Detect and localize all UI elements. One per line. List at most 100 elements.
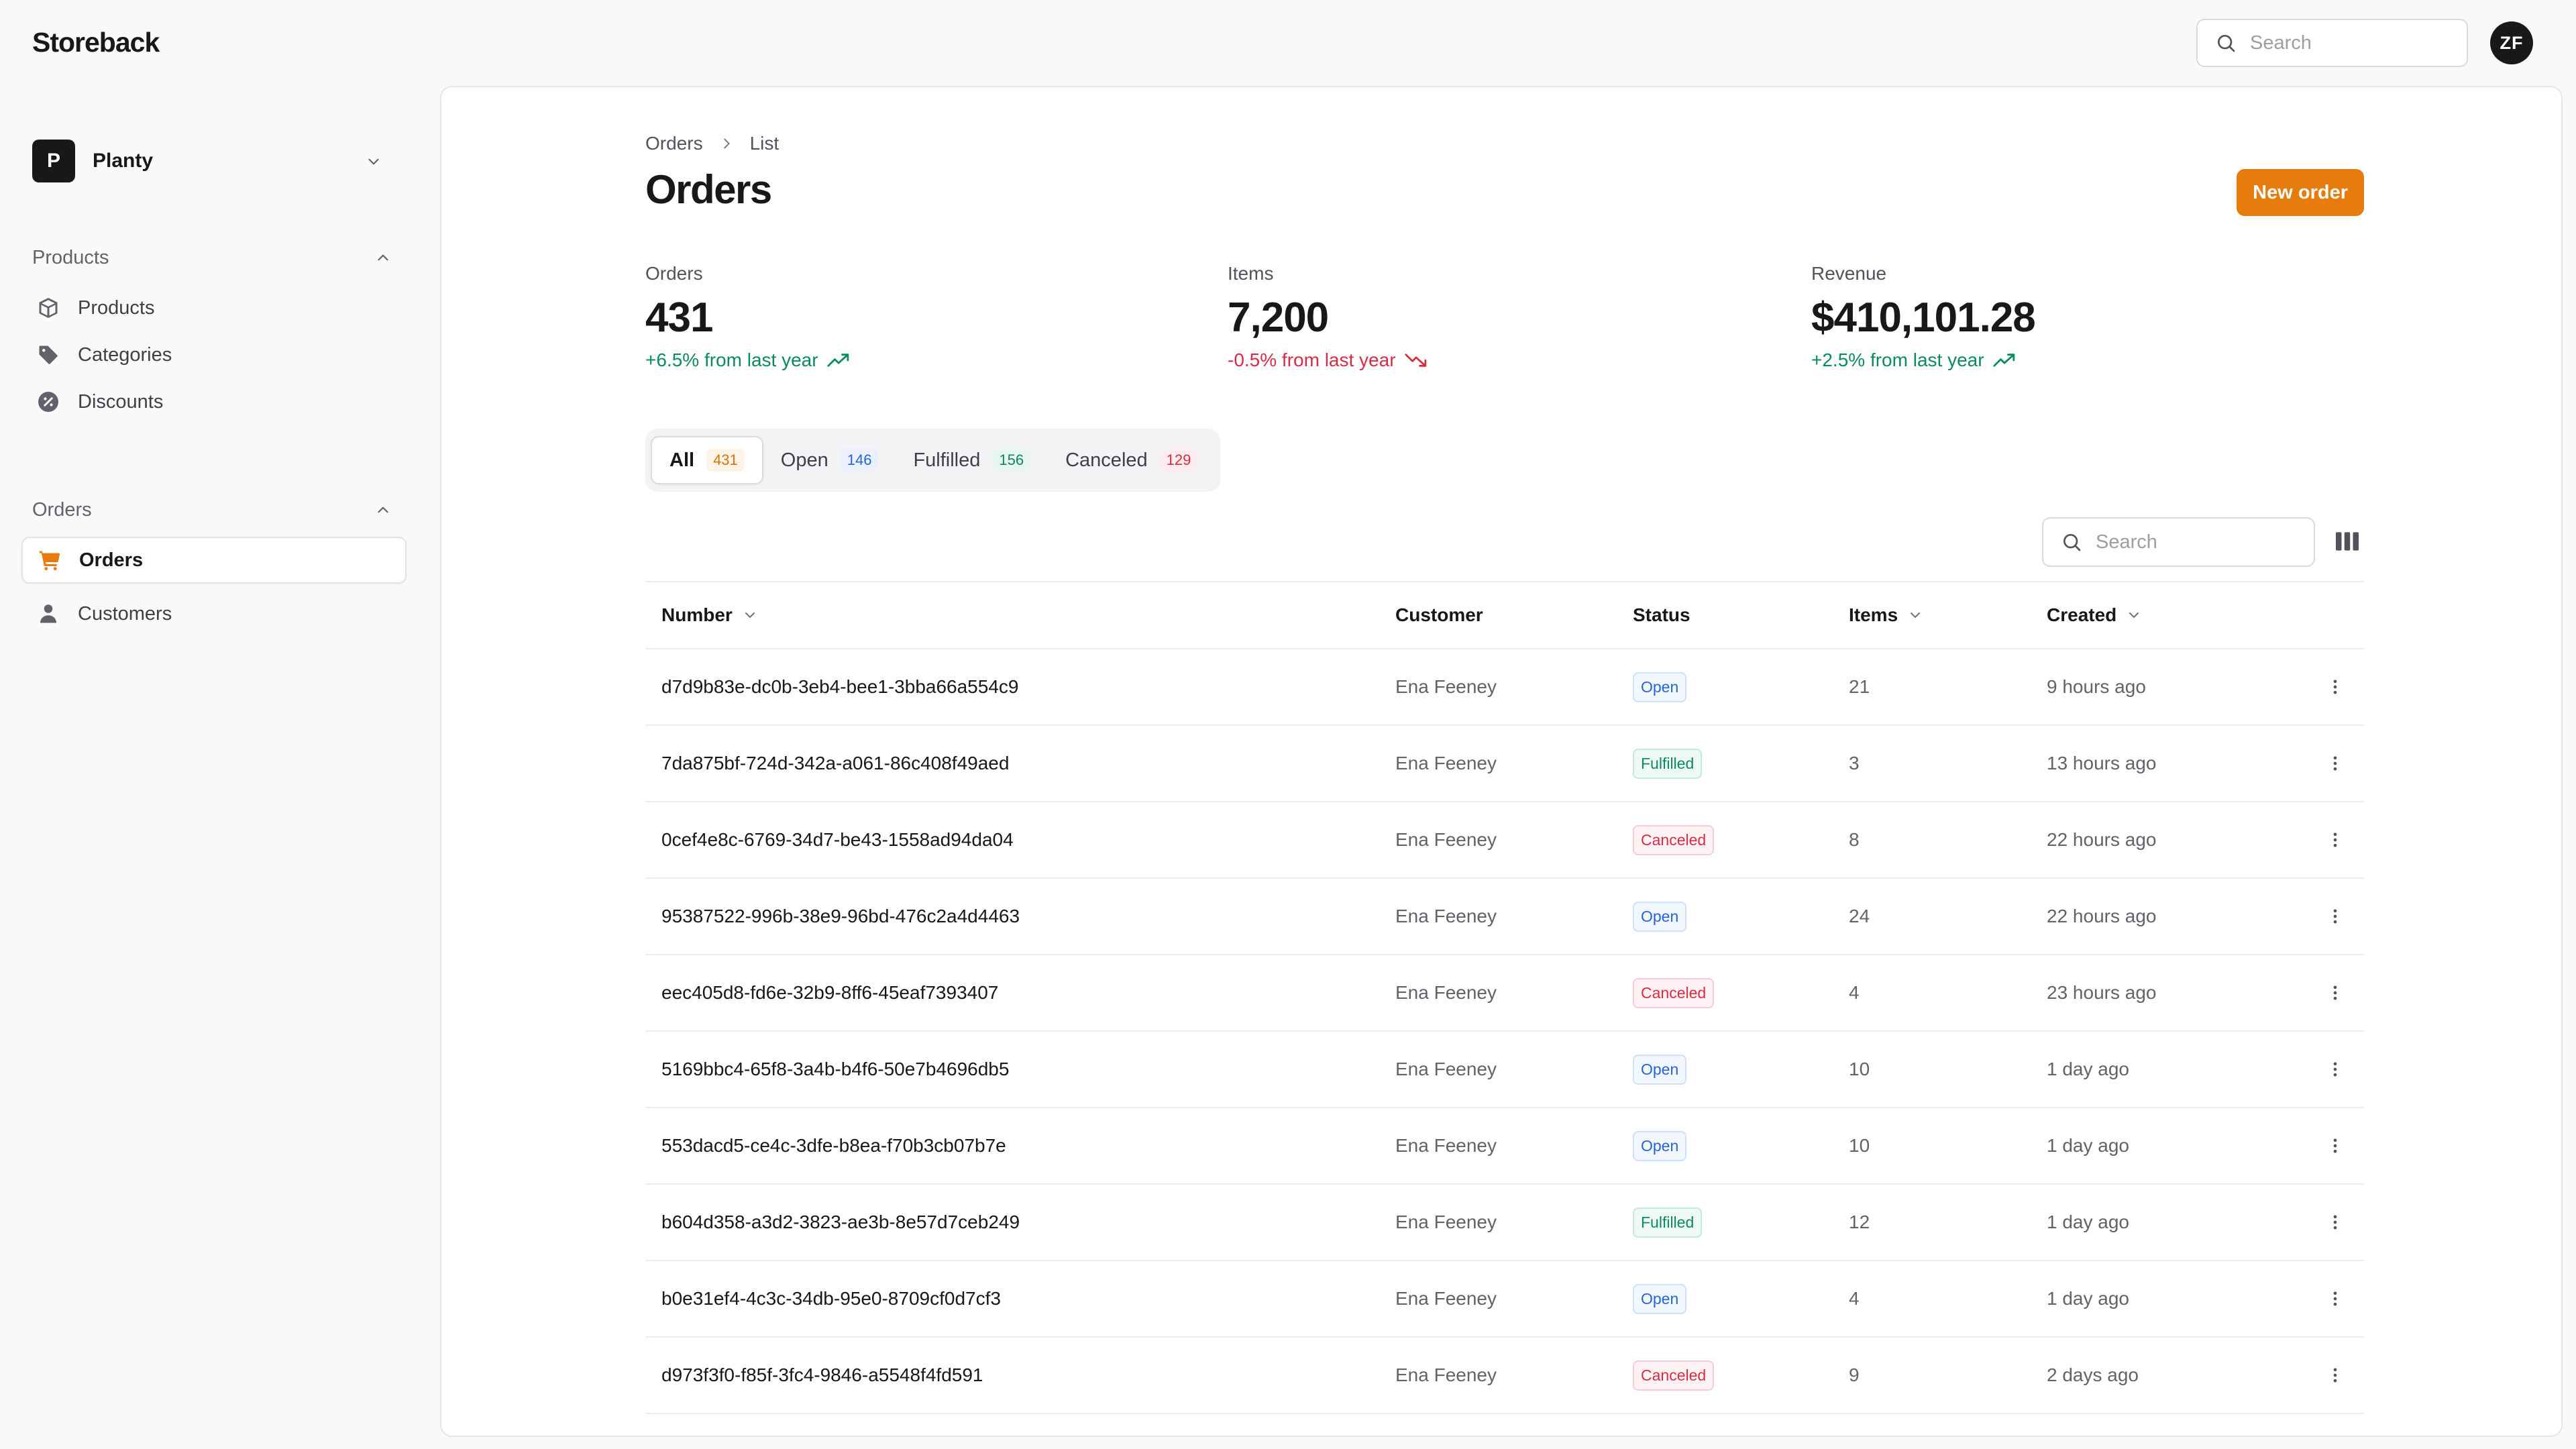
main-panel: Orders List Orders New order Orders 431 …	[440, 86, 2563, 1437]
app-brand[interactable]: Storeback	[32, 27, 160, 58]
order-created: 23 hours ago	[2047, 955, 2306, 1032]
sidebar-heading-products[interactable]: Products	[32, 244, 400, 271]
table-row[interactable]: d973f3f0-f85f-3fc4-9846-a5548f4fd591 Ena …	[645, 1337, 2364, 1414]
order-items: 21	[1849, 649, 2047, 726]
chevron-down-icon	[365, 153, 382, 170]
orders-table: Number Customer Status Items Created d7d…	[645, 581, 2364, 1414]
more-vertical-icon[interactable]	[2306, 1366, 2364, 1385]
more-vertical-icon[interactable]	[2306, 678, 2364, 696]
status-badge: Open	[1633, 1283, 1687, 1314]
order-items: 12	[1849, 1184, 2047, 1261]
table-row[interactable]: 7da875bf-724d-342a-a061-86c408f49aed Ena …	[645, 725, 2364, 802]
more-vertical-icon[interactable]	[2306, 754, 2364, 773]
column-items[interactable]: Items	[1849, 581, 2047, 649]
more-vertical-icon[interactable]	[2306, 983, 2364, 1002]
order-number[interactable]: 7da875bf-724d-342a-a061-86c408f49aed	[645, 725, 1395, 802]
stat-trend-text: -0.5% from last year	[1228, 350, 1396, 370]
order-created: 1 day ago	[2047, 1031, 2306, 1108]
sidebar-item-categories[interactable]: Categories	[21, 331, 407, 378]
cart-icon	[38, 548, 62, 572]
table-row[interactable]: d7d9b83e-dc0b-3eb4-bee1-3bba66a554c9 Ena …	[645, 649, 2364, 726]
sidebar-item-label: Orders	[79, 549, 144, 571]
status-badge: Canceled	[1633, 1360, 1715, 1391]
order-number[interactable]: b0e31ef4-4c3c-34db-95e0-8709cf0d7cf3	[645, 1260, 1395, 1338]
order-number[interactable]: 5169bbc4-65f8-3a4b-b4f6-50e7b4696db5	[645, 1031, 1395, 1108]
table-row[interactable]: 0cef4e8c-6769-34d7-be43-1558ad94da04 Ena …	[645, 802, 2364, 879]
order-items: 10	[1849, 1031, 2047, 1108]
order-customer: Ena Feeney	[1395, 1031, 1633, 1108]
order-created: 22 hours ago	[2047, 802, 2306, 879]
global-search-input[interactable]: Search	[2196, 19, 2468, 67]
order-customer: Ena Feeney	[1395, 649, 1633, 726]
table-row[interactable]: 553dacd5-ce4c-3dfe-b8ea-f70b3cb07b7e Ena …	[645, 1108, 2364, 1185]
column-number[interactable]: Number	[645, 581, 1395, 649]
store-switcher[interactable]: P Planty	[32, 138, 394, 184]
store-badge: P	[32, 140, 75, 182]
stat-trend-text: +6.5% from last year	[645, 350, 818, 370]
order-number[interactable]: eec405d8-fd6e-32b9-8ff6-45eaf7393407	[645, 955, 1395, 1032]
status-tabs: All 431 Open 146 Fulfilled 156 Canceled …	[645, 429, 1221, 492]
sidebar-item-label: Customers	[78, 602, 172, 625]
more-vertical-icon[interactable]	[2306, 1289, 2364, 1308]
chevron-down-icon	[1907, 607, 1923, 623]
discount-icon	[36, 390, 60, 414]
table-row[interactable]: b604d358-a3d2-3823-ae3b-8e57d7ceb249 Ena …	[645, 1184, 2364, 1261]
more-vertical-icon[interactable]	[2306, 1060, 2364, 1079]
user-avatar[interactable]: ZF	[2490, 21, 2533, 64]
table-row[interactable]: b0e31ef4-4c3c-34db-95e0-8709cf0d7cf3 Ena …	[645, 1260, 2364, 1338]
table-row[interactable]: 5169bbc4-65f8-3a4b-b4f6-50e7b4696db5 Ena …	[645, 1031, 2364, 1108]
tab-count: 156	[992, 449, 1031, 472]
sidebar-heading-orders[interactable]: Orders	[32, 496, 400, 523]
table-row[interactable]: eec405d8-fd6e-32b9-8ff6-45eaf7393407 Ena …	[645, 955, 2364, 1032]
new-order-button[interactable]: New order	[2237, 169, 2364, 216]
search-icon	[2061, 531, 2082, 553]
sidebar-item-orders[interactable]: Orders	[21, 537, 407, 584]
tab-count: 146	[840, 449, 879, 472]
global-search-placeholder: Search	[2250, 32, 2312, 54]
more-vertical-icon[interactable]	[2306, 907, 2364, 926]
tab-open[interactable]: Open 146	[763, 436, 896, 484]
sidebar-item-customers[interactable]: Customers	[21, 590, 407, 637]
order-created: 1 day ago	[2047, 1108, 2306, 1185]
order-number[interactable]: d7d9b83e-dc0b-3eb4-bee1-3bba66a554c9	[645, 649, 1395, 726]
order-created: 22 hours ago	[2047, 878, 2306, 955]
order-items: 4	[1849, 955, 2047, 1032]
sidebar-section-products: Products Products Categories Discounts	[32, 244, 400, 425]
table-search-input[interactable]: Search	[2042, 517, 2315, 567]
status-badge: Open	[1633, 1054, 1687, 1085]
breadcrumb-list: List	[749, 133, 780, 154]
order-number[interactable]: 95387522-996b-38e9-96bd-476c2a4d4463	[645, 878, 1395, 955]
more-vertical-icon[interactable]	[2306, 1136, 2364, 1155]
sidebar-item-label: Discounts	[78, 390, 164, 413]
column-created[interactable]: Created	[2047, 581, 2306, 649]
more-vertical-icon[interactable]	[2306, 1213, 2364, 1232]
order-number[interactable]: 553dacd5-ce4c-3dfe-b8ea-f70b3cb07b7e	[645, 1108, 1395, 1185]
chevron-up-icon	[374, 249, 392, 266]
more-vertical-icon[interactable]	[2306, 830, 2364, 849]
page-title: Orders	[645, 167, 772, 212]
breadcrumb-orders[interactable]: Orders	[645, 133, 703, 154]
columns-icon[interactable]	[2334, 530, 2360, 553]
table-search-placeholder: Search	[2096, 531, 2157, 553]
status-badge: Fulfilled	[1633, 748, 1703, 779]
sidebar-section-orders: Orders Orders Customers	[21, 496, 407, 637]
column-actions	[2306, 581, 2364, 649]
order-number[interactable]: 0cef4e8c-6769-34d7-be43-1558ad94da04	[645, 802, 1395, 879]
status-badge: Open	[1633, 672, 1687, 702]
order-customer: Ena Feeney	[1395, 878, 1633, 955]
tab-fulfilled[interactable]: Fulfilled 156	[896, 436, 1048, 484]
order-customer: Ena Feeney	[1395, 802, 1633, 879]
order-created: 1 day ago	[2047, 1184, 2306, 1261]
tab-canceled[interactable]: Canceled 129	[1048, 436, 1215, 484]
sidebar-item-discounts[interactable]: Discounts	[21, 378, 407, 425]
sidebar-item-label: Products	[78, 297, 155, 319]
order-number[interactable]: b604d358-a3d2-3823-ae3b-8e57d7ceb249	[645, 1184, 1395, 1261]
order-customer: Ena Feeney	[1395, 955, 1633, 1032]
sidebar-item-products[interactable]: Products	[21, 284, 407, 331]
order-number[interactable]: d973f3f0-f85f-3fc4-9846-a5548f4fd591	[645, 1337, 1395, 1414]
chevron-right-icon	[719, 136, 734, 151]
table-row[interactable]: 95387522-996b-38e9-96bd-476c2a4d4463 Ena …	[645, 878, 2364, 955]
tag-icon	[36, 343, 60, 367]
order-items: 24	[1849, 878, 2047, 955]
tab-all[interactable]: All 431	[651, 436, 763, 484]
